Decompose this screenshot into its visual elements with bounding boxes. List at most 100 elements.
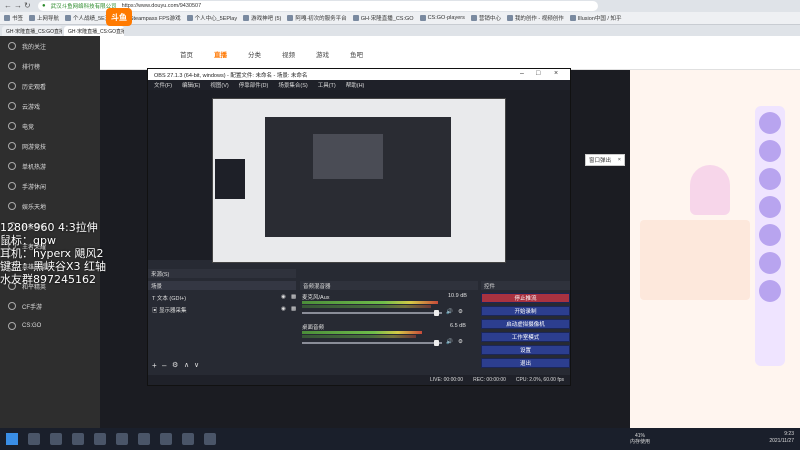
taskbar-app-icon[interactable] bbox=[50, 433, 62, 445]
source-item[interactable]: ▣ 显示器采集 bbox=[152, 306, 187, 314]
gift-icon[interactable] bbox=[759, 224, 781, 246]
obs-menu-item[interactable]: 停靠部件(D) bbox=[239, 81, 269, 89]
system-clock[interactable]: 9:23 2021/11/27 bbox=[769, 431, 794, 445]
left-nav-item[interactable]: 娱乐天地 bbox=[0, 196, 100, 216]
taskbar-app-icon[interactable] bbox=[72, 433, 84, 445]
site-nav-link[interactable]: 首页 bbox=[180, 49, 193, 59]
visibility-icon[interactable]: ◉ bbox=[281, 306, 286, 312]
gear-icon[interactable]: ⚙ bbox=[458, 309, 463, 315]
obs-window[interactable]: OBS 27.1.3 (64-bit, windows) - 配置文件: 未命名… bbox=[147, 68, 571, 386]
bookmark-item[interactable]: GH·宋隆直播_CS:GO bbox=[352, 14, 414, 22]
obs-menu-item[interactable]: 工具(T) bbox=[318, 81, 336, 89]
site-nav-link[interactable]: 游戏 bbox=[316, 49, 329, 59]
mixer-db: 10.9 dB bbox=[448, 293, 467, 299]
minimize-icon[interactable]: – bbox=[520, 70, 524, 77]
taskbar-app-icon[interactable] bbox=[182, 433, 194, 445]
add-icon[interactable]: + bbox=[152, 361, 157, 370]
move-down-icon[interactable]: ∨ bbox=[194, 361, 199, 369]
gift-icon[interactable] bbox=[759, 168, 781, 190]
bookmark-item[interactable]: 我的创作 - 视频创作 bbox=[506, 14, 564, 22]
douyu-logo[interactable]: 斗鱼 bbox=[106, 8, 132, 26]
obs-menu-item[interactable]: 场景集合(S) bbox=[278, 81, 307, 89]
exit-button[interactable]: 退出 bbox=[481, 358, 570, 368]
virtual-camera-button[interactable]: 启动虚拟摄像机 bbox=[481, 319, 570, 329]
left-nav-item[interactable]: CF手游 bbox=[0, 296, 100, 316]
taskbar-app-icon[interactable] bbox=[138, 433, 150, 445]
bookmark-item[interactable]: 营销中心 bbox=[470, 14, 501, 22]
maximize-icon[interactable]: □ bbox=[536, 70, 540, 77]
lock-icon[interactable]: ▩ bbox=[291, 306, 296, 312]
studio-mode-button[interactable]: 工作室模式 bbox=[481, 332, 570, 342]
obs-menu-item[interactable]: 编辑(E) bbox=[182, 81, 200, 89]
left-nav-item[interactable]: 网游竞技 bbox=[0, 136, 100, 156]
gift-icon[interactable] bbox=[759, 196, 781, 218]
taskbar-app-icon[interactable] bbox=[160, 433, 172, 445]
gear-icon[interactable]: ⚙ bbox=[458, 339, 463, 345]
site-nav-link[interactable]: 直播 bbox=[214, 49, 227, 59]
settings-button[interactable]: 设置 bbox=[481, 345, 570, 355]
stop-stream-button[interactable]: 停止推流 bbox=[481, 293, 570, 303]
speaker-icon[interactable]: 🔊 bbox=[446, 309, 453, 315]
forward-icon[interactable]: → bbox=[14, 1, 22, 10]
obs-preview[interactable] bbox=[212, 98, 506, 263]
left-nav-item[interactable]: CS:GO bbox=[0, 316, 100, 336]
bookmark-label: 营销中心 bbox=[478, 16, 501, 22]
bookmark-item[interactable]: 游戏神吧 (5) bbox=[243, 14, 281, 22]
mixer-name: 桌面音频 bbox=[302, 325, 325, 331]
lock-icon[interactable]: ▩ bbox=[291, 294, 296, 300]
url-text[interactable]: https://www.douyu.com/9430507 bbox=[122, 3, 202, 9]
left-nav-item[interactable]: 云游戏 bbox=[0, 96, 100, 116]
nav-item-label: 云游戏 bbox=[22, 104, 41, 111]
volume-slider-thumb[interactable] bbox=[434, 340, 439, 346]
left-nav-item[interactable]: 电竞 bbox=[0, 116, 100, 136]
window-popout-popup[interactable]: 窗口弹出 × bbox=[585, 154, 625, 166]
taskbar-app-icon[interactable] bbox=[116, 433, 128, 445]
reload-icon[interactable]: ↻ bbox=[24, 1, 31, 10]
bookmark-item[interactable]: Illusion中国 / 知乎 bbox=[569, 14, 621, 22]
close-icon[interactable]: × bbox=[618, 157, 621, 163]
mixer-name: 麦克风/Aux bbox=[302, 295, 330, 301]
move-up-icon[interactable]: ∧ bbox=[184, 361, 189, 369]
left-nav-item[interactable]: 单机热游 bbox=[0, 156, 100, 176]
left-nav-item[interactable]: 排行榜 bbox=[0, 56, 100, 76]
nav-item-label: 手游休闲 bbox=[22, 184, 47, 191]
nav-item-icon bbox=[8, 82, 16, 90]
taskbar-app-icon[interactable] bbox=[94, 433, 106, 445]
volume-slider-thumb[interactable] bbox=[434, 310, 439, 316]
windows-start-icon[interactable] bbox=[6, 433, 18, 445]
gift-icon[interactable] bbox=[759, 280, 781, 302]
obs-menu-item[interactable]: 帮助(H) bbox=[346, 81, 365, 89]
left-nav-item[interactable]: 我的关注 bbox=[0, 36, 100, 56]
bookmark-item[interactable]: 书签 bbox=[4, 14, 23, 22]
bookmark-item[interactable]: 个人中心_5EPlay bbox=[186, 14, 237, 22]
taskbar-app-icon[interactable] bbox=[28, 433, 40, 445]
obs-menu-item[interactable]: 视图(V) bbox=[210, 81, 228, 89]
speaker-icon[interactable]: 🔊 bbox=[446, 339, 453, 345]
gift-icon[interactable] bbox=[759, 112, 781, 134]
gift-icon[interactable] bbox=[759, 252, 781, 274]
obs-menu-item[interactable]: 文件(F) bbox=[154, 81, 172, 89]
left-nav-item[interactable]: 手游休闲 bbox=[0, 176, 100, 196]
bookmark-item[interactable]: 阿嘎·初次的服务平台 bbox=[287, 14, 347, 22]
taskbar-app-icon[interactable] bbox=[204, 433, 216, 445]
site-nav-link[interactable]: 鱼吧 bbox=[350, 49, 363, 59]
bookmark-item[interactable]: CS:GO·players bbox=[419, 15, 465, 21]
browser-tab[interactable]: GH·宋隆直播_CS:GO直播_斗鱼× bbox=[2, 26, 62, 36]
close-icon[interactable]: × bbox=[554, 70, 558, 77]
bookmark-item[interactable]: 上网导航 bbox=[29, 14, 59, 22]
volume-slider[interactable] bbox=[302, 342, 442, 344]
bookmark-label: GH·宋隆直播_CS:GO bbox=[360, 16, 414, 22]
obs-titlebar[interactable]: OBS 27.1.3 (64-bit, windows) - 配置文件: 未命名… bbox=[148, 69, 570, 80]
volume-slider[interactable] bbox=[302, 312, 442, 314]
back-icon[interactable]: ← bbox=[4, 1, 12, 10]
visibility-icon[interactable]: ◉ bbox=[281, 294, 286, 300]
site-nav-link[interactable]: 分类 bbox=[248, 49, 261, 59]
gift-icon[interactable] bbox=[759, 140, 781, 162]
remove-icon[interactable]: – bbox=[162, 361, 166, 370]
site-nav-link[interactable]: 视频 bbox=[282, 49, 295, 59]
browser-tab[interactable]: GH·宋隆直播_CS:GO直播_斗鱼直播× bbox=[64, 26, 124, 36]
start-recording-button[interactable]: 开始录制 bbox=[481, 306, 570, 316]
gear-icon[interactable]: ⚙ bbox=[172, 361, 178, 369]
left-nav-item[interactable]: 历史观看 bbox=[0, 76, 100, 96]
source-item[interactable]: T 文本 (GDI+) bbox=[152, 294, 186, 302]
